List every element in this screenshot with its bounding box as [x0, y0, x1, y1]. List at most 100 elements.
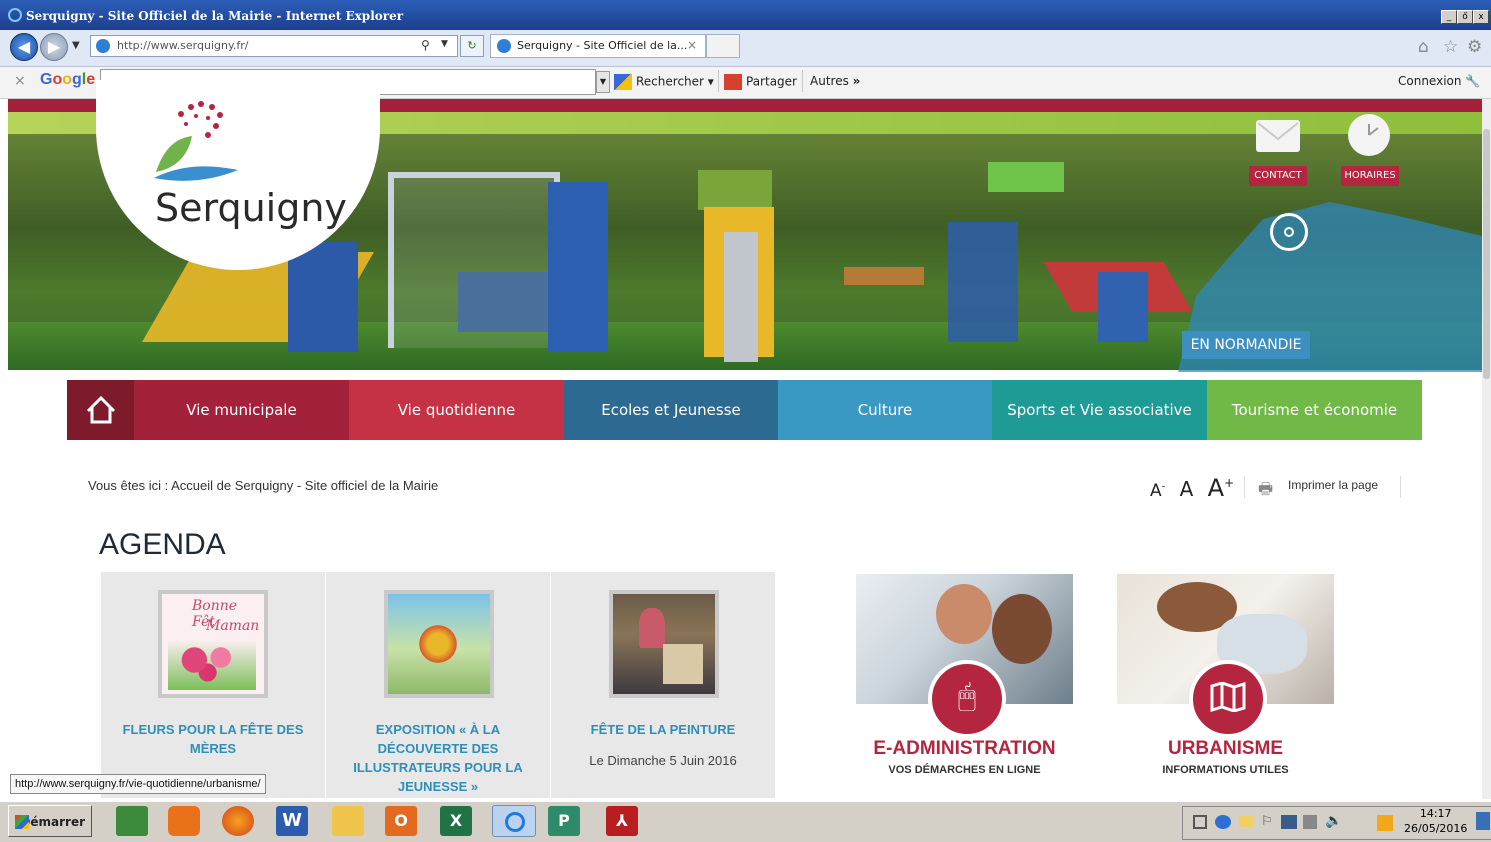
internet-explorer-task-button[interactable] — [492, 805, 536, 837]
start-button[interactable]: Démarrer — [8, 805, 92, 837]
toolbar-separator — [802, 70, 803, 92]
map-icon[interactable] — [1189, 660, 1267, 738]
agenda-item[interactable]: EXPOSITION « À LA DÉCOUVERTE DES ILLUSTR… — [326, 572, 550, 798]
clock-date: 26/05/2016 — [1404, 822, 1468, 835]
excel-icon[interactable]: X — [440, 806, 472, 836]
nav-vie-municipale[interactable]: Vie municipale — [134, 380, 349, 440]
text-normal-button[interactable]: A — [1180, 477, 1194, 501]
more-button[interactable]: Autres » — [810, 74, 860, 88]
clock-time: 14:17 — [1419, 807, 1452, 820]
tray-network-icon[interactable] — [1281, 815, 1297, 829]
nav-sports-vie-associative[interactable]: Sports et Vie associative — [992, 380, 1207, 440]
agenda-thumbnail — [609, 590, 719, 698]
tray-mail-icon[interactable] — [1239, 816, 1253, 827]
clock-icon[interactable] — [1348, 114, 1390, 156]
window-titlebar: Serquigny - Site Officiel de la Mairie -… — [0, 0, 1491, 30]
search-button-label: Rechercher — [636, 74, 704, 89]
scrollbar-thumb[interactable] — [1483, 129, 1490, 379]
play-wall-blue — [548, 182, 608, 352]
media-player-icon[interactable] — [168, 806, 200, 836]
play-roof — [698, 170, 772, 210]
nav-tourisme-economie[interactable]: Tourisme et économie — [1207, 380, 1422, 440]
tray-office-icon[interactable] — [1377, 815, 1393, 831]
toolbar-close-icon[interactable]: × — [14, 73, 26, 89]
search-button[interactable]: Rechercher ▾ — [614, 74, 714, 90]
show-desktop-button[interactable] — [1476, 812, 1490, 830]
print-page-link[interactable]: Imprimer la page — [1288, 478, 1378, 492]
share-button[interactable]: Partager — [724, 74, 797, 90]
new-tab-button[interactable] — [706, 34, 740, 58]
tab-close-icon[interactable]: × — [687, 38, 697, 52]
text-bigger-label: A — [1207, 474, 1225, 502]
tab-serquigny[interactable]: Serquigny - Site Officiel de la... × — [490, 34, 706, 58]
e-administration-subtitle: VOS DÉMARCHES EN LIGNE — [888, 764, 1041, 776]
canvas-image — [663, 644, 703, 684]
urbanisme-subtitle: INFORMATIONS UTILES — [1162, 764, 1289, 776]
contact-button[interactable]: CONTACT — [1249, 166, 1307, 186]
nav-ecoles-jeunesse[interactable]: Ecoles et Jeunesse — [564, 380, 778, 440]
printer-icon[interactable]: 🖶 — [1258, 478, 1273, 505]
tray-flag-icon[interactable]: ⚐ — [1261, 814, 1273, 829]
title-line: DÉCOUVERTE DES — [377, 741, 499, 756]
text-size-controls: A- A A+ — [1150, 474, 1234, 502]
site-name: Serquigny — [155, 186, 347, 230]
clock[interactable]: 14:17 26/05/2016 — [1404, 806, 1467, 836]
word-icon[interactable]: W — [276, 806, 308, 836]
nav-culture[interactable]: Culture — [778, 380, 992, 440]
agenda-item[interactable]: FÊTE DE LA PEINTURE Le Dimanche 5 Juin 2… — [551, 572, 775, 798]
urbanisme-title[interactable]: URBANISME — [1117, 738, 1334, 760]
gear-icon[interactable]: ⚙ — [1467, 37, 1482, 57]
home-icon[interactable]: ⌂ — [1418, 37, 1429, 57]
search-icon[interactable]: ⚲ — [421, 38, 430, 52]
close-window-button[interactable]: x — [1473, 10, 1489, 24]
play-panel — [458, 272, 558, 332]
login-button[interactable]: Connexion 🔧 — [1398, 74, 1480, 88]
title-line: ILLUSTRATEURS POUR LA — [353, 760, 523, 775]
maximize-button[interactable]: ő — [1457, 10, 1473, 24]
play-panel-blue — [288, 242, 358, 352]
horaires-button[interactable]: HORAIRES — [1341, 166, 1399, 186]
nav-home[interactable] — [67, 380, 134, 440]
tray-device-icon[interactable] — [1303, 815, 1317, 829]
calculator-app-icon[interactable] — [116, 806, 148, 836]
agenda-item-date: Le Dimanche 5 Juin 2016 — [589, 753, 737, 768]
address-field[interactable]: http://www.serquigny.fr/ ⚲ ▼ — [90, 35, 458, 57]
breadcrumb: Vous êtes ici : Accueil de Serquigny - S… — [88, 478, 439, 493]
tray-app-icon[interactable] — [1215, 815, 1231, 829]
nav-vie-quotidienne[interactable]: Vie quotidienne — [349, 380, 564, 440]
title-line: EXPOSITION « À LA — [375, 722, 501, 737]
search-dropdown-icon[interactable]: ▼ — [596, 71, 610, 93]
agenda-thumbnail — [384, 590, 494, 698]
text-smaller-button[interactable]: A- — [1150, 481, 1165, 501]
blue-structure — [948, 222, 1018, 342]
e-administration-title[interactable]: E-ADMINISTRATION — [856, 738, 1073, 760]
title-line: JEUNESSE » — [397, 779, 479, 794]
address-dropdown-icon[interactable]: ▼ — [441, 39, 448, 49]
tray-grid-icon[interactable] — [1193, 815, 1207, 829]
history-dropdown-icon[interactable]: ▼ — [72, 40, 80, 51]
minimize-button[interactable]: _ — [1441, 10, 1457, 24]
forward-button[interactable]: ▶ — [40, 33, 68, 61]
outlook-icon[interactable]: O — [385, 806, 417, 836]
slide-metal — [724, 232, 758, 362]
text-bigger-button[interactable]: A+ — [1208, 474, 1234, 502]
normandie-link[interactable]: EN NORMANDIE — [1182, 331, 1310, 359]
volume-icon[interactable]: 🔈 — [1325, 813, 1342, 829]
agenda-thumbnail: Bonne Fêt Maman — [158, 590, 268, 698]
back-button[interactable]: ◀ — [10, 33, 38, 61]
mouse-icon[interactable]: 🖱 — [928, 660, 1006, 738]
tools-divider — [1400, 476, 1401, 498]
star-icon[interactable]: ☆ — [1443, 37, 1458, 57]
location-pin-icon[interactable] — [1270, 213, 1308, 251]
publisher-icon[interactable]: P — [548, 806, 580, 836]
window-title: Serquigny - Site Officiel de la Mairie -… — [26, 9, 404, 23]
firefox-icon[interactable] — [222, 806, 254, 836]
folder-icon[interactable] — [332, 806, 364, 836]
agenda-item[interactable]: Bonne Fêt Maman FLEURS POUR LA FÊTE DES … — [101, 572, 325, 798]
pdf-reader-icon[interactable]: ⅄ — [606, 806, 638, 836]
title-line: FLEURS POUR LA FÊTE DES — [122, 722, 304, 737]
vertical-scrollbar[interactable] — [1482, 99, 1491, 799]
mail-icon[interactable] — [1256, 120, 1300, 152]
start-label: Démarrer — [20, 815, 85, 829]
refresh-button[interactable]: ↻ — [460, 35, 484, 57]
